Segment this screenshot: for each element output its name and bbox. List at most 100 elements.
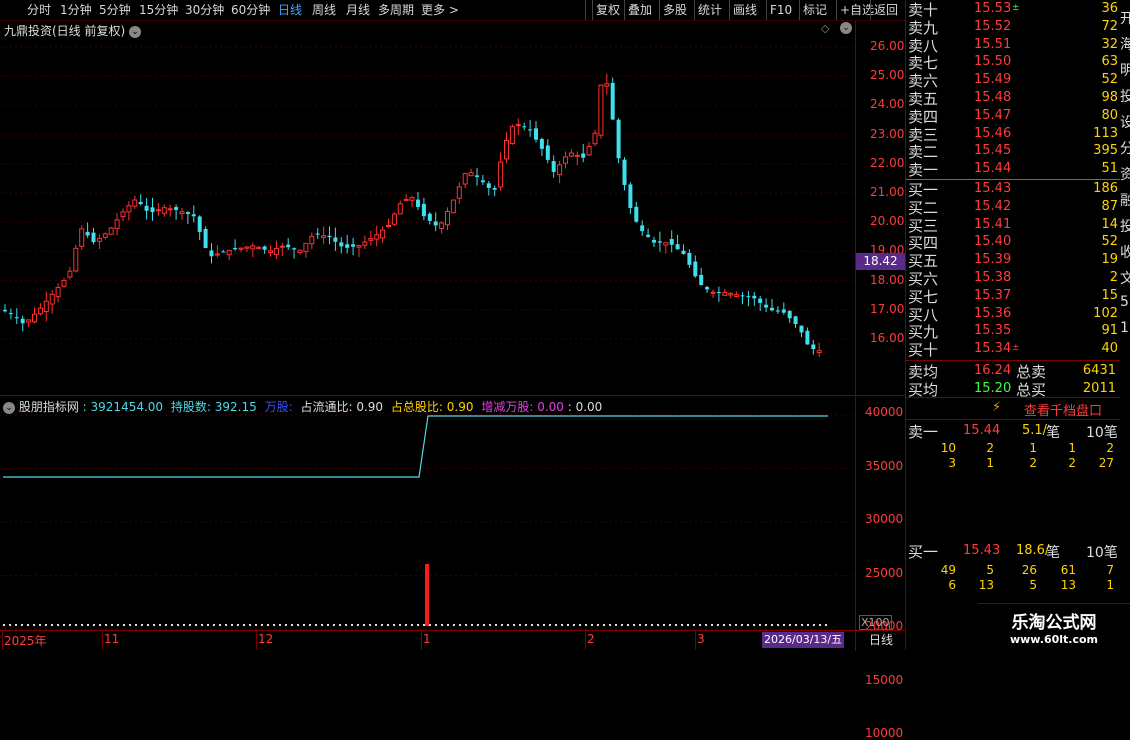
ask-row[interactable]: 卖一 15.44 51 [906, 161, 1120, 179]
queue-volume: 1 [1068, 441, 1076, 455]
level-price: 15.44 [974, 161, 1012, 177]
ask-row[interactable]: 卖三 15.46 113 [906, 126, 1120, 144]
candle-body [528, 129, 533, 131]
ask-row[interactable]: 卖九 15.52 72 [906, 19, 1120, 37]
toolbar-button[interactable]: 复权 [596, 2, 620, 18]
period-tab[interactable]: 日线 [278, 2, 302, 18]
side-text: 明 [1120, 63, 1130, 79]
period-tab[interactable]: 多周期 [378, 2, 414, 18]
baseline-dot [207, 624, 209, 626]
level-volume: 2 [1109, 270, 1118, 285]
bid-row[interactable]: 买六 15.38 2 [906, 270, 1120, 288]
bid-row[interactable]: 买四 15.40 52 [906, 234, 1120, 252]
baseline-dot [567, 624, 569, 626]
period-tab[interactable]: 60分钟 [231, 2, 270, 18]
baseline-dot [345, 624, 347, 626]
period-tab[interactable]: 5分钟 [99, 2, 131, 18]
candlestick-chart[interactable] [0, 21, 905, 395]
baseline-dot [465, 624, 467, 626]
toolbar-button[interactable]: 画线 [733, 2, 757, 18]
period-tab[interactable]: 周线 [312, 2, 336, 18]
watermark-name: 乐淘公式网 [1011, 613, 1097, 633]
candle-body [534, 128, 538, 140]
level-volume: 98 [1101, 90, 1118, 105]
baseline-dot [51, 624, 53, 626]
indicator-canvas[interactable] [0, 396, 855, 630]
candle-body [279, 245, 285, 248]
side-text: 融 [1120, 193, 1130, 209]
baseline-dot [459, 624, 461, 626]
baseline-dot [795, 624, 797, 626]
baseline-dot [171, 624, 173, 626]
period-label[interactable]: 日线 [855, 631, 906, 651]
toolbar-button[interactable]: 返回 [874, 2, 898, 18]
ask-row[interactable]: 卖十 15.53 ±36 [906, 1, 1120, 19]
baseline-dot [273, 624, 275, 626]
toolbar-button[interactable]: 统计 [698, 2, 722, 18]
date-tick: 2025年 [4, 634, 47, 648]
baseline-dot [189, 624, 191, 626]
chevron-down-icon[interactable]: ⌄ [129, 25, 142, 38]
period-tab[interactable]: 1分钟 [60, 2, 92, 18]
level-volume: 32 [1101, 36, 1118, 52]
side-news-column[interactable]: 开海明投设分资融投收文51 [1120, 0, 1130, 380]
baseline-dot [789, 624, 791, 626]
bid-row[interactable]: 买九 15.35 91 [906, 323, 1120, 341]
ask-row[interactable]: 卖二 15.45 395 [906, 143, 1120, 161]
baseline-dot [285, 624, 287, 626]
candle-body [770, 307, 774, 311]
bid-row[interactable]: 买一 15.43 186 [906, 181, 1120, 199]
view-depth-button[interactable]: 查看千档盘口 [1024, 400, 1102, 419]
price-tick: 24.00 [870, 97, 905, 112]
bid-row[interactable]: 买十 15.34 ±40 [906, 341, 1120, 359]
candlestick-canvas[interactable] [0, 21, 905, 395]
side-text: 1 [1120, 320, 1129, 336]
toolbar-button[interactable]: 多股 [663, 2, 687, 18]
bid-row[interactable]: 买五 15.39 19 [906, 252, 1120, 270]
baseline-dot [651, 624, 653, 626]
baseline-dot [441, 624, 443, 626]
period-tab[interactable]: 月线 [346, 2, 370, 18]
side-text: 分 [1120, 141, 1130, 157]
period-tab[interactable]: 15分钟 [139, 2, 178, 18]
period-tab[interactable]: 分时 [27, 2, 51, 18]
diamond-icon[interactable]: ◇ [821, 22, 829, 35]
candle-body [250, 245, 256, 250]
level-price: 15.46 [974, 125, 1012, 141]
ask-row[interactable]: 卖七 15.50 63 [906, 54, 1120, 72]
bid-row[interactable]: 买七 15.37 15 [906, 288, 1120, 306]
baseline-dot [231, 624, 233, 626]
baseline-dot [333, 624, 335, 626]
baseline-dot [555, 624, 557, 626]
candle-body [221, 251, 226, 253]
level-volume: 36 [1101, 1, 1118, 16]
bid-row[interactable]: 买八 15.36 102 [906, 306, 1120, 324]
ask-row[interactable]: 卖五 15.48 98 [906, 90, 1120, 108]
candle-body [705, 286, 710, 290]
candle-body [416, 199, 420, 207]
toolbar-button[interactable]: F10 [770, 2, 792, 18]
baseline-dot [759, 624, 761, 626]
candle-body [805, 330, 810, 345]
toolbar-button[interactable]: +自选 [840, 2, 874, 18]
period-tab[interactable]: 30分钟 [185, 2, 224, 18]
baseline-dot [27, 624, 29, 626]
indicator-tick: 40000 [865, 405, 904, 419]
ask-row[interactable]: 卖六 15.49 52 [906, 72, 1120, 90]
toolbar-separator [624, 0, 625, 20]
candle-body [49, 293, 55, 305]
toolbar-separator [799, 0, 800, 20]
level-price: 15.37 [974, 287, 1012, 303]
toolbar-button[interactable]: 叠加 [628, 2, 652, 18]
toolbar-button[interactable]: 标记 [803, 2, 827, 18]
queue-volume: 7 [1106, 563, 1114, 577]
chevron-down-icon[interactable]: ⌄ [840, 22, 852, 34]
period-tab[interactable]: 更多 > [421, 2, 459, 18]
ask-row[interactable]: 卖四 15.47 80 [906, 108, 1120, 126]
ask-row[interactable]: 卖八 15.51 32 [906, 37, 1120, 55]
baseline-dot [261, 624, 263, 626]
bid-row[interactable]: 买三 15.41 14 [906, 217, 1120, 235]
baseline-dot [777, 624, 779, 626]
date-divider [421, 631, 422, 650]
bid-row[interactable]: 买二 15.42 87 [906, 199, 1120, 217]
